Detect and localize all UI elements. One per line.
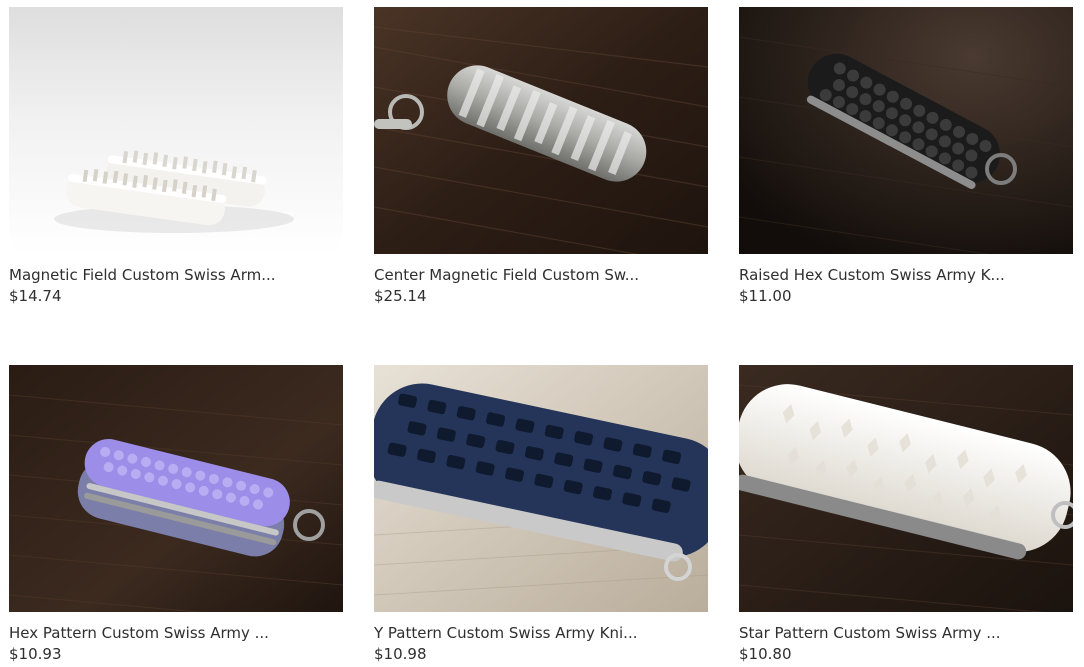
product-card[interactable]: Center Magnetic Field Custom Sw... $25.1…: [374, 7, 708, 307]
product-title[interactable]: Hex Pattern Custom Swiss Army ...: [9, 623, 343, 643]
product-grid: Magnetic Field Custom Swiss Arm... $14.7…: [0, 0, 1084, 667]
product-price: $14.74: [9, 287, 62, 305]
product-card[interactable]: Hex Pattern Custom Swiss Army ... $10.93: [9, 365, 343, 665]
product-price: $10.80: [739, 645, 792, 663]
product-title[interactable]: Center Magnetic Field Custom Sw...: [374, 265, 708, 285]
product-photo: [374, 365, 708, 612]
product-photo: [374, 7, 708, 254]
product-photo: [9, 365, 343, 612]
product-title[interactable]: Raised Hex Custom Swiss Army K...: [739, 265, 1073, 285]
product-image[interactable]: [374, 7, 708, 254]
product-image[interactable]: [9, 365, 343, 612]
product-title[interactable]: Magnetic Field Custom Swiss Arm...: [9, 265, 343, 285]
product-photo: [739, 365, 1073, 612]
product-card[interactable]: Magnetic Field Custom Swiss Arm... $14.7…: [9, 7, 343, 307]
product-image[interactable]: [739, 7, 1073, 254]
product-image[interactable]: [374, 365, 708, 612]
product-title[interactable]: Star Pattern Custom Swiss Army ...: [739, 623, 1073, 643]
product-image[interactable]: [739, 365, 1073, 612]
product-photo: [9, 7, 343, 254]
product-price: $25.14: [374, 287, 427, 305]
product-card[interactable]: Y Pattern Custom Swiss Army Kni... $10.9…: [374, 365, 708, 665]
product-title[interactable]: Y Pattern Custom Swiss Army Kni...: [374, 623, 708, 643]
product-photo: [739, 7, 1073, 254]
product-price: $11.00: [739, 287, 792, 305]
product-card[interactable]: Raised Hex Custom Swiss Army K... $11.00: [739, 7, 1073, 307]
product-card[interactable]: Star Pattern Custom Swiss Army ... $10.8…: [739, 365, 1073, 665]
product-price: $10.93: [9, 645, 62, 663]
product-image[interactable]: [9, 7, 343, 254]
product-price: $10.98: [374, 645, 427, 663]
